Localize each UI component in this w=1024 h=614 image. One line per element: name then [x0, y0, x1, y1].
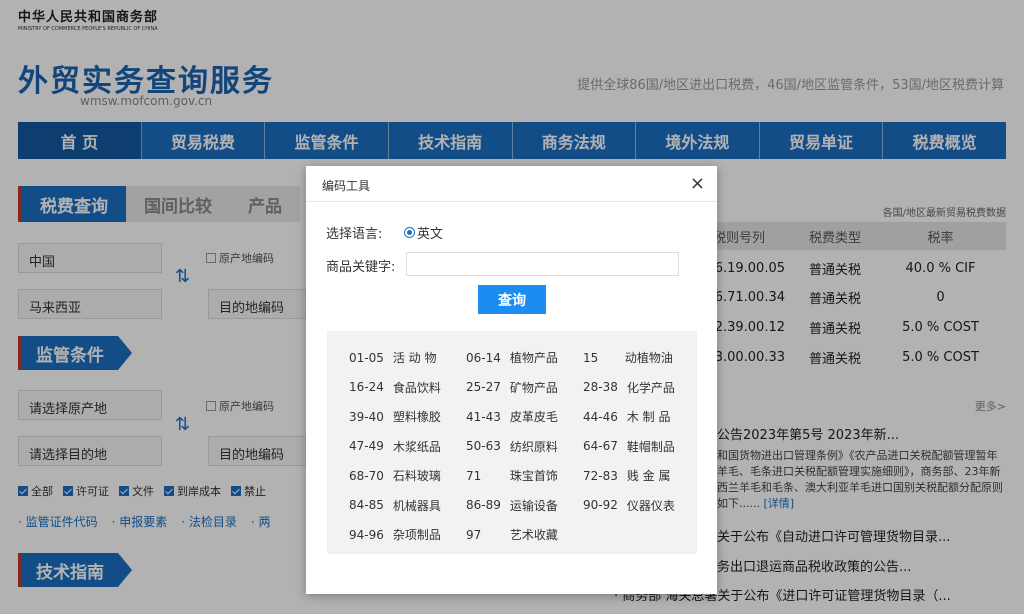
language-option-label: 英文 [417, 227, 444, 242]
list-item[interactable]: 06-14 植物产品 [466, 343, 583, 373]
list-item[interactable]: 25-27 矿物产品 [466, 373, 583, 403]
list-item[interactable]: 44-46 木 制 品 [583, 402, 693, 432]
radio-selected-icon [404, 227, 415, 238]
list-item[interactable]: 86-89 运输设备 [466, 491, 583, 521]
dialog-title: 编码工具 [322, 179, 371, 193]
keyword-input[interactable] [406, 252, 679, 276]
language-radio-english[interactable]: 英文 [404, 223, 443, 242]
list-item[interactable]: 64-67 鞋帽制品 [583, 432, 693, 462]
query-button[interactable]: 查询 [478, 285, 546, 314]
list-item[interactable]: 39-40 塑料橡胶 [349, 402, 466, 432]
list-item[interactable]: 28-38 化学产品 [583, 373, 693, 403]
list-item[interactable]: 16-24 食品饮料 [349, 373, 466, 403]
close-icon[interactable]: × [690, 173, 705, 194]
list-item[interactable]: 15 动植物油 [583, 343, 693, 373]
list-item[interactable]: 90-92 仪器仪表 [583, 491, 693, 521]
list-item[interactable]: 01-05 活 动 物 [349, 343, 466, 373]
list-item[interactable]: 41-43 皮革皮毛 [466, 402, 583, 432]
keyword-label: 商品关键字: [326, 260, 396, 275]
list-item[interactable]: 71 珠宝首饰 [466, 461, 583, 491]
list-item[interactable]: 97 艺术收藏 [466, 520, 583, 550]
list-item[interactable]: 72-83 贱 金 属 [583, 461, 693, 491]
list-item[interactable]: 47-49 木浆纸品 [349, 432, 466, 462]
list-item[interactable]: 68-70 石料玻璃 [349, 461, 466, 491]
list-item[interactable]: 50-63 纺织原料 [466, 432, 583, 462]
hs-chapter-list: 01-05 活 动 物 06-14 植物产品 15 动植物油 16-24 食品饮… [327, 331, 697, 554]
dialog-header: 编码工具 × [306, 166, 717, 202]
list-item[interactable]: 94-96 杂项制品 [349, 520, 466, 550]
code-tool-dialog: 编码工具 × 选择语言: 英文 商品关键字: 查询 01-05 活 动 物 06… [306, 166, 717, 594]
list-item[interactable]: 84-85 机械器具 [349, 491, 466, 521]
language-label: 选择语言: [326, 227, 383, 242]
